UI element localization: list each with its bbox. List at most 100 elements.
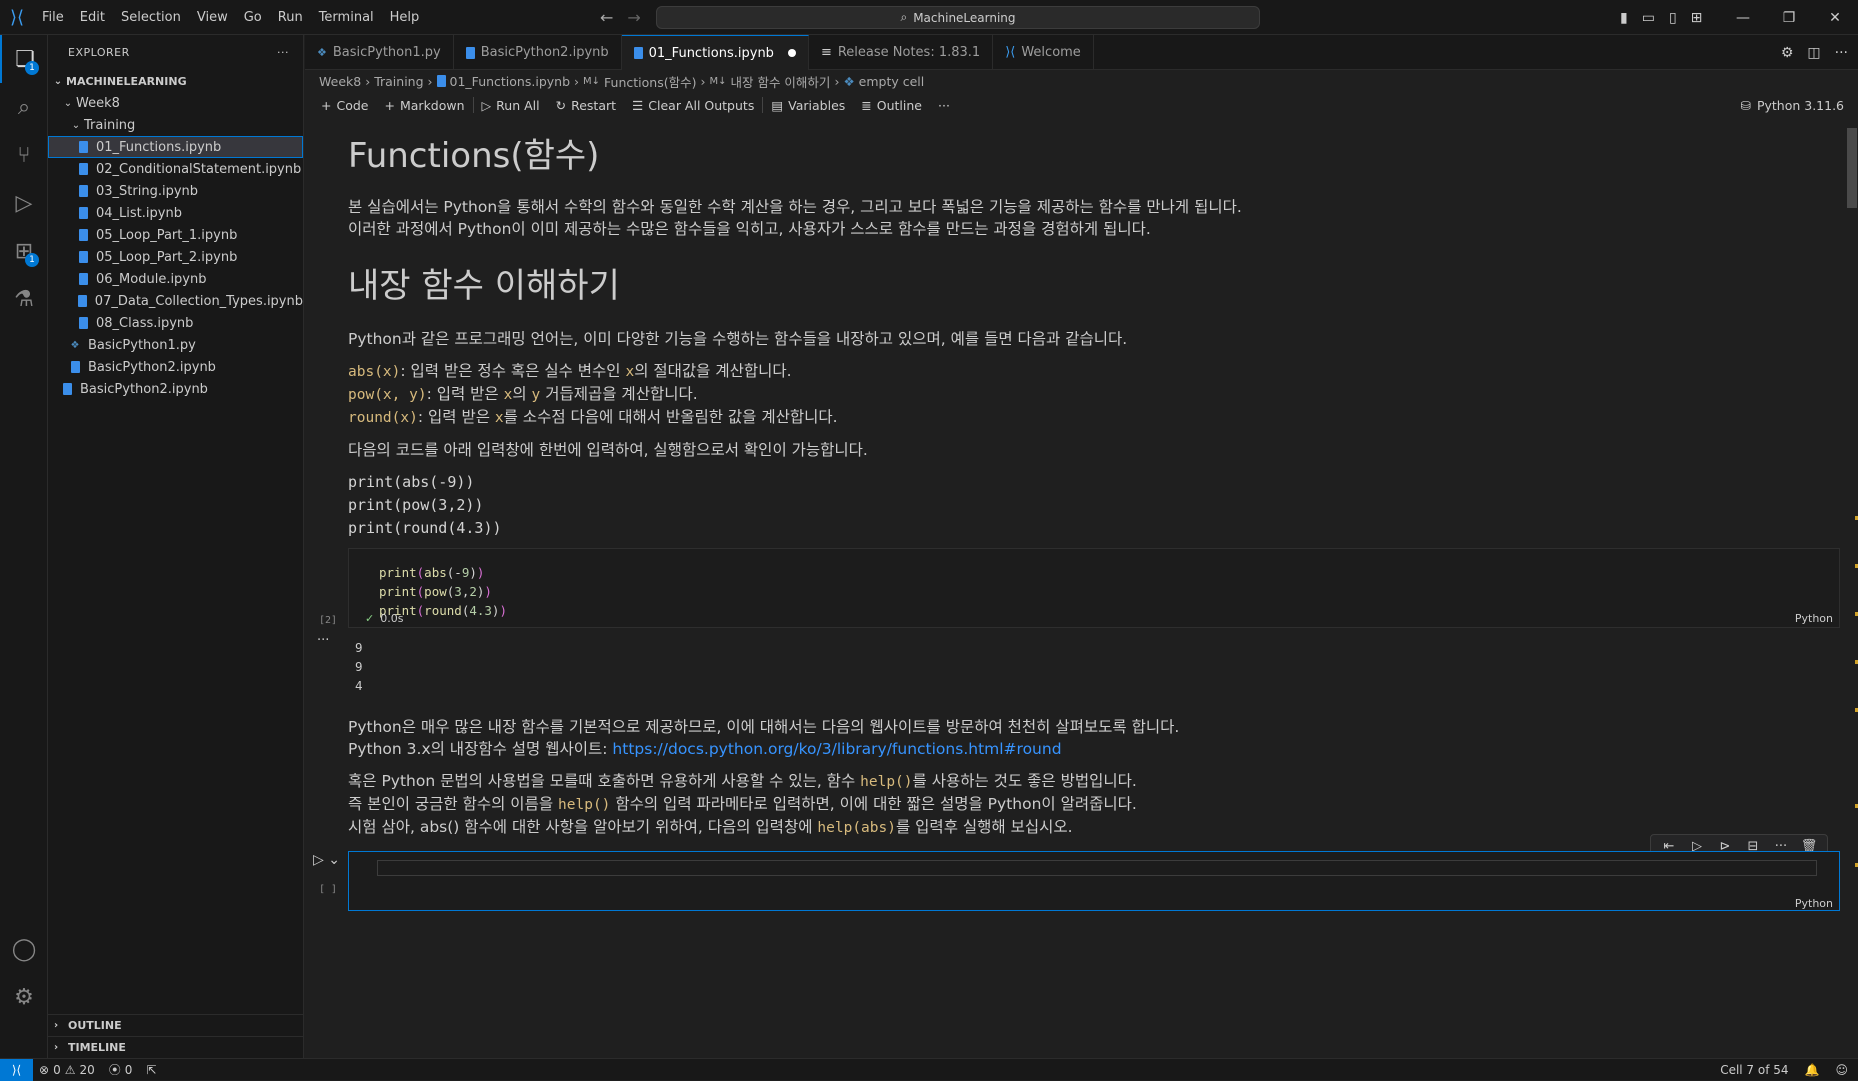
forward-arrow-icon[interactable]: → — [627, 8, 640, 27]
restart-kernel-button[interactable]: ↻ Restart — [548, 98, 624, 113]
file-04-list[interactable]: 04_List.ipynb — [48, 202, 303, 224]
folder-week8[interactable]: ⌄ Week8 — [48, 92, 303, 114]
extensions-icon[interactable]: ⊞ 1 — [0, 227, 48, 275]
file-01-functions[interactable]: 01_Functions.ipynb — [48, 136, 303, 158]
docs-link[interactable]: https://docs.python.org/ko/3/library/fun… — [612, 740, 1061, 758]
variables-button[interactable]: ▤ Variables — [763, 98, 853, 113]
search-view-icon[interactable]: ⌕ — [0, 83, 48, 131]
tab-basicpython1[interactable]: ❖ BasicPython1.py — [305, 35, 454, 70]
remote-indicator-icon[interactable]: ⟩⟨ — [0, 1058, 33, 1081]
breadcrumb-file[interactable]: 01_Functions.ipynb — [450, 74, 570, 89]
tab-welcome[interactable]: ⟩⟨ Welcome — [993, 35, 1094, 70]
menu-file[interactable]: File — [34, 0, 72, 35]
menu-edit[interactable]: Edit — [72, 0, 113, 35]
editor-tabs: ❖ BasicPython1.py BasicPython2.ipynb 01_F… — [305, 35, 1858, 70]
menu-go[interactable]: Go — [236, 0, 270, 35]
file-basicpython1-py[interactable]: ❖ BasicPython1.py — [48, 334, 303, 356]
restore-icon[interactable]: ❐ — [1766, 0, 1812, 35]
notebook-file-icon — [78, 251, 88, 263]
file-07-data-collection[interactable]: 07_Data_Collection_Types.ipynb — [48, 290, 303, 312]
code-line-3: print(round(4.3)) — [379, 603, 507, 618]
tab-release-notes[interactable]: ≡ Release Notes: 1.83.1 — [809, 35, 994, 70]
toggle-panel-icon[interactable]: ▭ — [1642, 10, 1655, 26]
testing-flask-icon[interactable]: ⚗ — [0, 275, 48, 323]
markdown-cell-builtin[interactable]: Python과 같은 프로그래밍 언어는, 이미 다양한 기능을 수행하는 함수… — [348, 328, 1127, 540]
builtin-more-text: Python은 매우 많은 내장 함수를 기본적으로 제공하므로, 이에 대해서… — [348, 718, 1180, 736]
markdown-cell-help[interactable]: Python은 매우 많은 내장 함수를 기본적으로 제공하므로, 이에 대해서… — [348, 716, 1179, 839]
more-actions-icon[interactable]: ··· — [277, 46, 289, 59]
markdown-cell-h2[interactable]: 내장 함수 이해하기 — [348, 258, 620, 307]
toggle-primary-sidebar-icon[interactable]: ▮ — [1620, 10, 1628, 26]
list-icon: ≣ — [861, 97, 872, 113]
ports-indicator[interactable]: ⦿ 0 — [109, 1061, 133, 1078]
menu-view[interactable]: View — [189, 0, 236, 35]
file-08-class[interactable]: 08_Class.ipynb — [48, 312, 303, 334]
breadcrumb-heading1[interactable]: Functions(함수) — [604, 72, 696, 91]
kernel-picker[interactable]: ⛁ Python 3.11.6 — [1740, 92, 1844, 118]
account-icon[interactable]: ◯ — [0, 925, 48, 973]
cell-language[interactable]: Python — [1795, 612, 1833, 625]
breadcrumb-cell[interactable]: empty cell — [859, 74, 925, 89]
customize-layout-icon[interactable]: ⊞ — [1691, 10, 1703, 26]
empty-cell-language[interactable]: Python — [1795, 897, 1833, 910]
source-control-icon[interactable]: ⑂ — [0, 131, 48, 179]
notebook-file-icon — [78, 207, 88, 219]
markdown-cell-title[interactable]: Functions(함수) — [348, 128, 599, 177]
live-share-icon[interactable]: ⇱ — [146, 1063, 156, 1077]
add-markdown-cell-button[interactable]: + Markdown — [377, 98, 473, 113]
outline-section[interactable]: › OUTLINE — [48, 1014, 304, 1036]
cell-position[interactable]: Cell 7 of 54 — [1720, 1063, 1788, 1077]
breadcrumb-heading2[interactable]: 내장 함수 이해하기 — [730, 72, 830, 91]
unsaved-dot-icon[interactable] — [787, 49, 796, 57]
file-03-string[interactable]: 03_String.ipynb — [48, 180, 303, 202]
markdown-cell-intro[interactable]: 본 실습에서는 Python을 통해서 수학의 함수와 동일한 수학 계산을 하… — [348, 196, 1242, 240]
run-all-button[interactable]: ▷ Run All — [474, 98, 548, 113]
close-window-icon[interactable]: ✕ — [1812, 0, 1858, 35]
toolbar-more-button[interactable]: ··· — [930, 98, 958, 113]
code-cell-builtin[interactable]: print(abs(-9)) print(pow(3,2)) print(rou… — [348, 548, 1840, 628]
clear-outputs-button[interactable]: ☰ Clear All Outputs — [624, 98, 762, 113]
minimize-icon[interactable]: — — [1720, 0, 1766, 35]
folder-training[interactable]: ⌄ Training — [48, 114, 303, 136]
file-basicpython2-root[interactable]: BasicPython2.ipynb — [48, 378, 303, 400]
file-02-conditional[interactable]: 02_ConditionalStatement.ipynb — [48, 158, 303, 180]
chevron-right-icon: › — [700, 73, 706, 89]
menu-terminal[interactable]: Terminal — [311, 0, 382, 35]
timeline-section[interactable]: › TIMELINE — [48, 1036, 304, 1058]
run-cell-icon[interactable]: ▷ ⌄ — [313, 852, 340, 868]
scroll-thumb[interactable] — [1847, 128, 1857, 208]
breadcrumb-week8[interactable]: Week8 — [319, 74, 361, 89]
activity-bar: ❏ 1 ⌕ ⑂ ▷ ⊞ 1 ⚗ ◯ ⚙ — [0, 35, 48, 1058]
notifications-bell-icon[interactable]: 🔔 — [1805, 1063, 1820, 1077]
menu-run[interactable]: Run — [270, 0, 311, 35]
empty-code-cell[interactable]: Python — [348, 851, 1840, 911]
tab-01-functions[interactable]: 01_Functions.ipynb — [621, 35, 809, 70]
file-05-loop-2[interactable]: 05_Loop_Part_2.ipynb — [48, 246, 303, 268]
tab-basicpython2[interactable]: BasicPython2.ipynb — [454, 35, 622, 70]
feedback-icon[interactable]: ☺ — [1835, 1063, 1848, 1077]
more-actions-icon[interactable]: ··· — [1835, 45, 1848, 61]
toggle-secondary-sidebar-icon[interactable]: ▯ — [1669, 10, 1677, 26]
editor-scrollbar[interactable] — [1844, 118, 1858, 1058]
workspace-root[interactable]: ⌄ MACHINELEARNING — [48, 70, 303, 92]
md-code-line-1: print(abs(-9)) — [348, 473, 475, 491]
explorer-icon[interactable]: ❏ 1 — [0, 35, 48, 83]
add-code-cell-button[interactable]: + Code — [313, 98, 377, 113]
command-center-search[interactable]: ⌕ MachineLearning — [656, 6, 1260, 29]
gear-icon[interactable]: ⚙ — [0, 973, 48, 1021]
file-05-loop-1[interactable]: 05_Loop_Part_1.ipynb — [48, 224, 303, 246]
problems-indicator[interactable]: ⊗ 0 ⚠ 20 — [39, 1063, 95, 1077]
menu-help[interactable]: Help — [382, 0, 428, 35]
file-basicpython2-week[interactable]: BasicPython2.ipynb — [48, 356, 303, 378]
back-arrow-icon[interactable]: ← — [600, 8, 613, 27]
outline-button[interactable]: ≣ Outline — [853, 98, 930, 113]
menu-selection[interactable]: Selection — [113, 0, 189, 35]
file-06-module[interactable]: 06_Module.ipynb — [48, 268, 303, 290]
empty-code-editor[interactable] — [377, 860, 1817, 876]
output-more-icon[interactable]: ··· — [317, 633, 329, 648]
run-debug-icon[interactable]: ▷ — [0, 179, 48, 227]
breadcrumb-training[interactable]: Training — [374, 74, 423, 89]
notebook-settings-gear-icon[interactable]: ⚙ — [1781, 45, 1794, 61]
split-editor-icon[interactable]: ◫ — [1807, 45, 1820, 61]
search-icon: ⌕ — [900, 10, 908, 24]
